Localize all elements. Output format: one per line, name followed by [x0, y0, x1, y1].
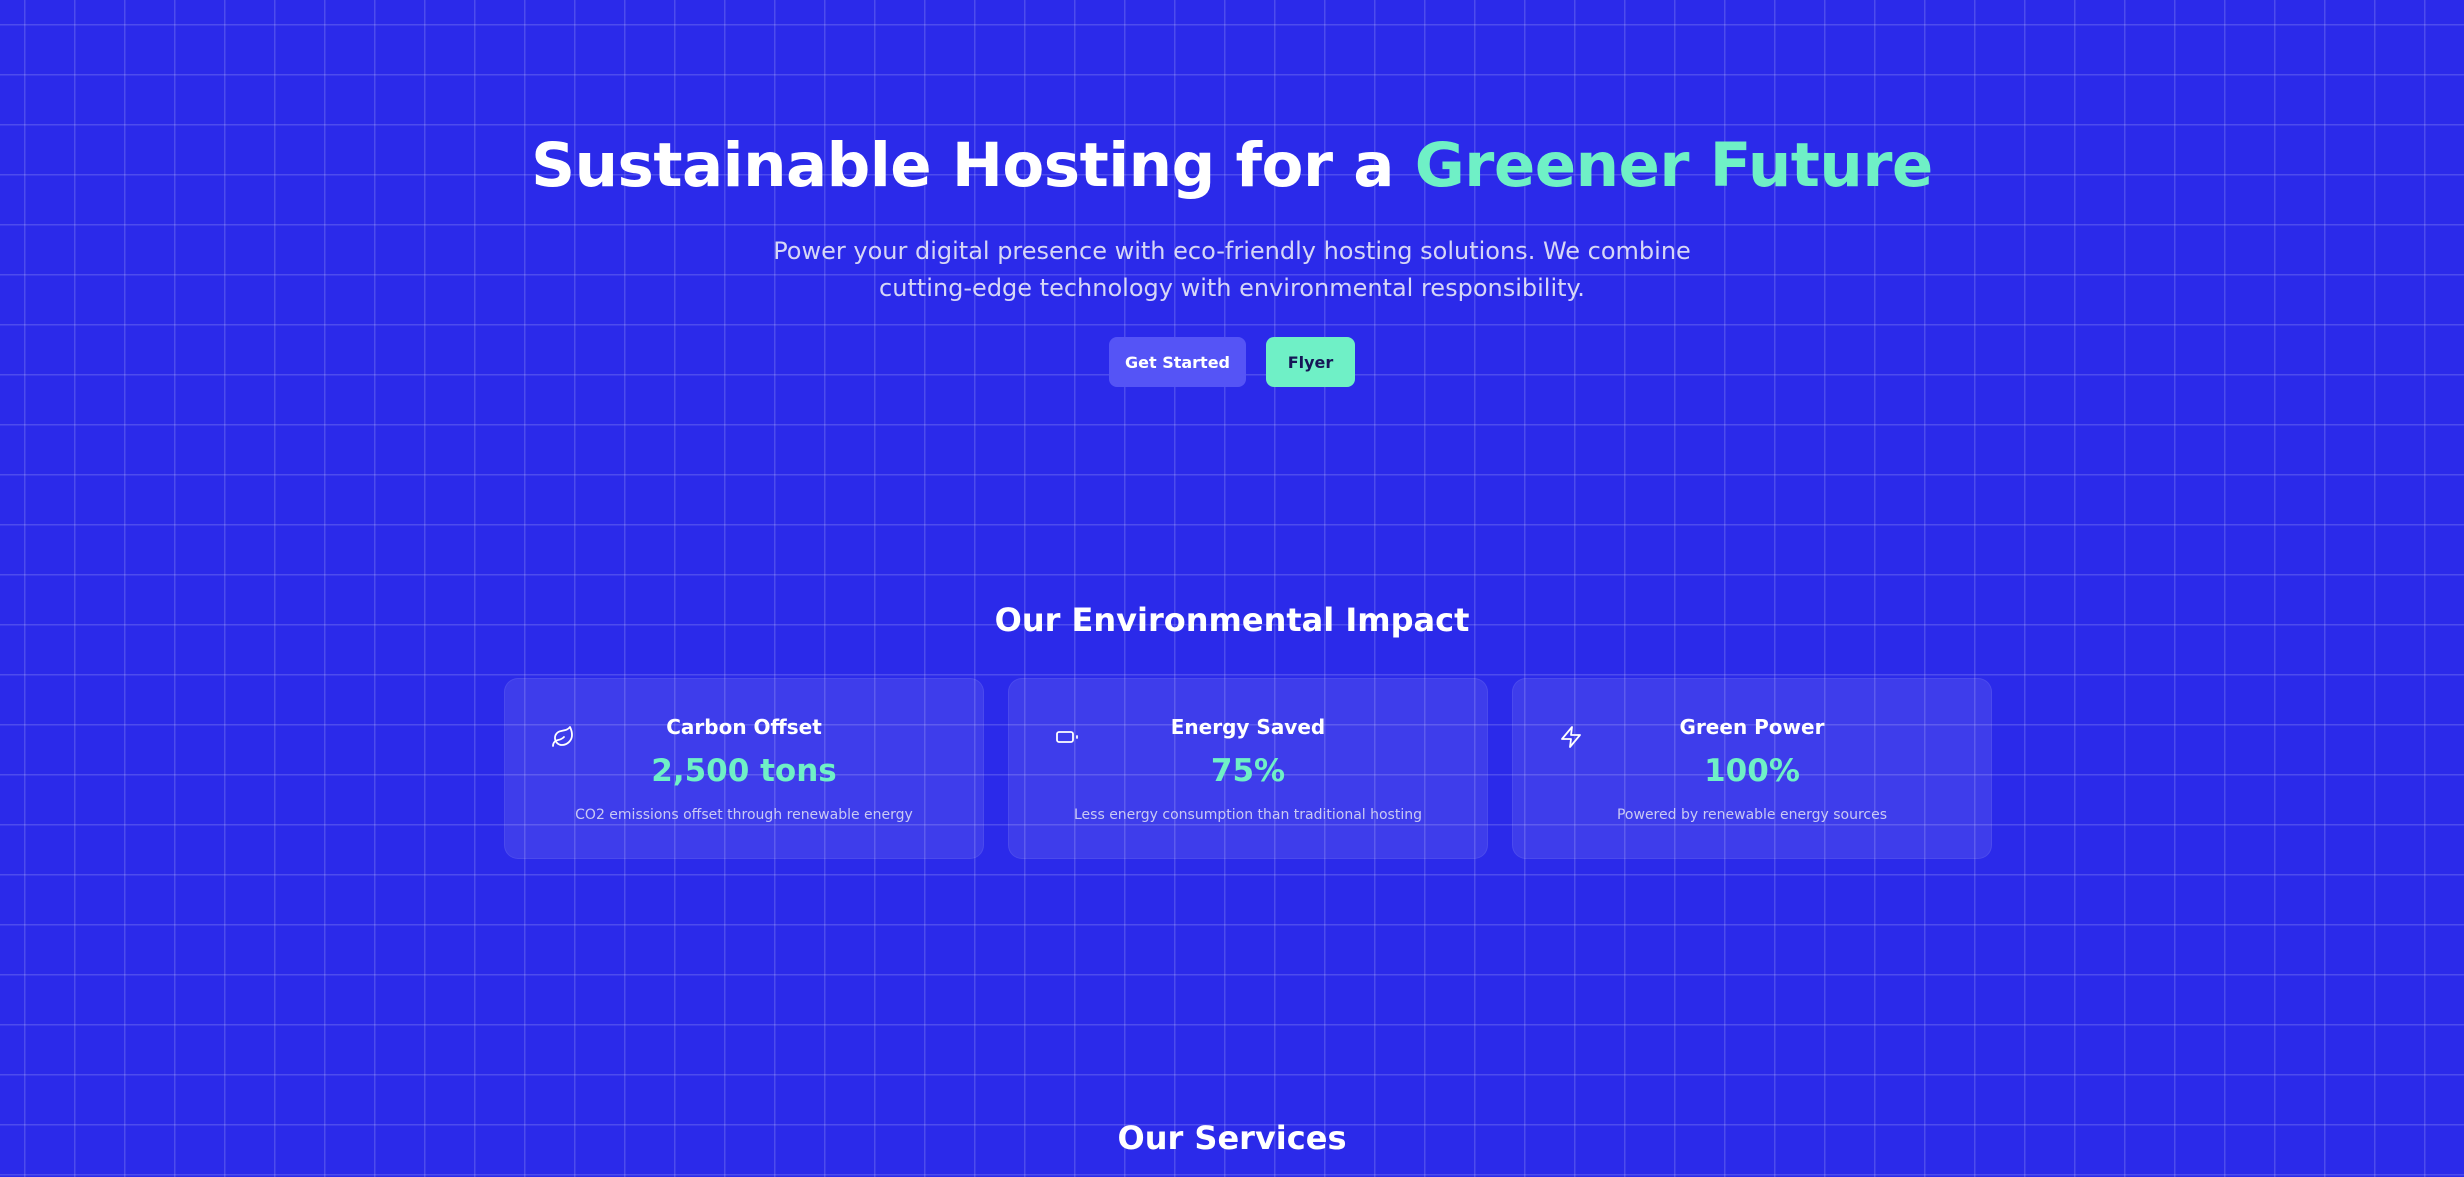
hero-buttons: Get Started Flyer — [0, 337, 2464, 387]
hero-title-main: Sustainable Hosting for a — [531, 130, 1415, 201]
flyer-button[interactable]: Flyer — [1266, 337, 1355, 387]
card-description: CO2 emissions offset through renewable e… — [575, 807, 913, 823]
impact-card-green-power: Green Power 100% Powered by renewable en… — [1512, 678, 1992, 859]
card-value: 2,500 tons — [651, 753, 837, 789]
card-value: 75% — [1210, 753, 1286, 789]
impact-section-title: Our Environmental Impact — [994, 601, 1470, 639]
card-value: 100% — [1704, 753, 1800, 789]
hero-title-accent: Greener Future — [1414, 130, 1934, 201]
card-title: Energy Saved — [1170, 715, 1326, 739]
services-section-title: Our Services — [1117, 1119, 1347, 1157]
card-description: Less energy consumption than traditional… — [1073, 807, 1422, 823]
impact-card-energy-saved: Energy Saved 75% Less energy consumption… — [1008, 678, 1488, 859]
impact-card-carbon-offset: Carbon Offset 2,500 tons CO2 emissions o… — [504, 678, 984, 859]
card-title: Carbon Offset — [666, 715, 822, 739]
card-description: Powered by renewable energy sources — [1616, 807, 1888, 823]
hero-subtitle: Power your digital presence with eco-fri… — [773, 237, 1691, 302]
impact-cards: Carbon Offset 2,500 tons CO2 emissions o… — [504, 678, 1992, 859]
hero-title: Sustainable Hosting for a Greener Future — [0, 126, 2464, 206]
card-title: Green Power — [1679, 715, 1825, 739]
get-started-button[interactable]: Get Started — [1109, 337, 1246, 387]
